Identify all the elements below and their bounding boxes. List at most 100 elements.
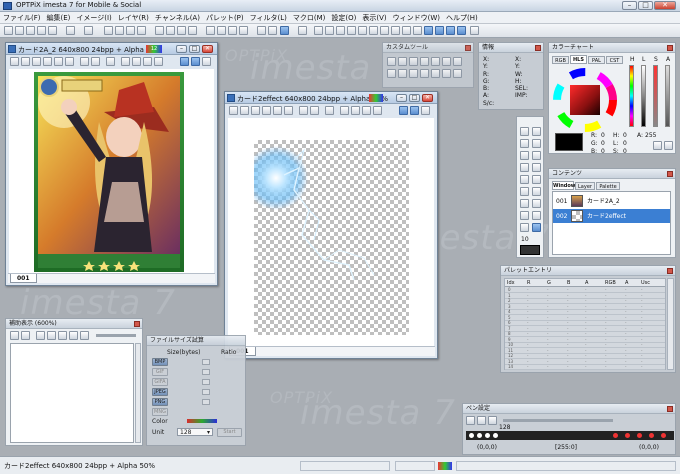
doc-tool-11-icon[interactable] — [351, 106, 360, 115]
panel-close-icon[interactable] — [667, 45, 673, 51]
doc-tool-3-icon[interactable] — [32, 57, 41, 66]
help-icon[interactable] — [470, 26, 479, 35]
move-tool-icon[interactable] — [532, 127, 541, 136]
brush-1[interactable] — [469, 433, 474, 438]
doc-tool-2-icon[interactable] — [21, 57, 30, 66]
format-jpeg-button[interactable]: JPEG — [152, 388, 168, 396]
format-mng-button[interactable]: MNG — [152, 408, 168, 416]
brush-4[interactable] — [493, 433, 498, 438]
nav-tool-3-icon[interactable] — [36, 331, 45, 340]
nav-tool-4-icon[interactable] — [47, 331, 56, 340]
color-reduce-icon[interactable] — [206, 26, 215, 35]
unit-select[interactable]: 128 ▾ — [177, 428, 213, 436]
panel-close-icon[interactable] — [134, 321, 140, 327]
lasso-tool-icon[interactable] — [520, 139, 529, 148]
doc-tool-3-icon[interactable] — [251, 106, 260, 115]
magic-wand-tool-icon[interactable] — [532, 139, 541, 148]
doc-tool-12-icon[interactable] — [143, 57, 152, 66]
doc-tool-14-icon[interactable] — [399, 106, 408, 115]
panel-close-icon[interactable] — [667, 268, 673, 274]
doc-tool-7-icon[interactable] — [299, 106, 308, 115]
panel-3-icon[interactable] — [446, 26, 455, 35]
paste-new-icon[interactable] — [137, 26, 146, 35]
doc-minimize-button[interactable]: – — [176, 45, 187, 53]
doc-tool-6-icon[interactable] — [65, 57, 74, 66]
brush-9[interactable] — [661, 433, 666, 438]
panel-close-icon[interactable] — [465, 45, 471, 51]
contents-tab-window[interactable]: Window — [552, 181, 575, 190]
eyedropper-icon[interactable] — [653, 141, 662, 150]
crop-icon[interactable] — [155, 26, 164, 35]
select-mode-icon[interactable] — [280, 26, 289, 35]
paste-icon[interactable] — [126, 26, 135, 35]
nav-scrollbar[interactable] — [135, 343, 141, 443]
list-item-selected[interactable]: 002 カード2effect — [553, 209, 670, 223]
ellipse-fill-tool-icon[interactable] — [532, 199, 541, 208]
doc-tool-15-icon[interactable] — [410, 106, 419, 115]
format-png-button[interactable]: PNG — [152, 398, 168, 406]
swap-colors-icon[interactable] — [664, 141, 673, 150]
doc-tool-13-icon[interactable] — [154, 57, 163, 66]
view-4-icon[interactable] — [347, 26, 356, 35]
doc-tool-6-icon[interactable] — [284, 106, 293, 115]
nav-view[interactable] — [10, 343, 134, 443]
panel-1-icon[interactable] — [424, 26, 433, 35]
menu-window[interactable]: ウィンドウ(W) — [390, 12, 443, 24]
doc-tool-16-icon[interactable] — [202, 57, 211, 66]
doc-tool-1-icon[interactable] — [229, 106, 238, 115]
doc-tool-12-icon[interactable] — [362, 106, 371, 115]
doc-tool-1-icon[interactable] — [10, 57, 19, 66]
custom-tool-8-icon[interactable] — [387, 69, 396, 78]
pen-dot-3-icon[interactable] — [488, 416, 497, 425]
panel-close-icon[interactable] — [535, 45, 541, 51]
nav-zoom-slider[interactable] — [96, 334, 136, 337]
view-6-icon[interactable] — [369, 26, 378, 35]
card-artwork[interactable] — [34, 72, 184, 272]
cut-icon[interactable] — [104, 26, 113, 35]
custom-tool-11-icon[interactable] — [420, 69, 429, 78]
copy-icon[interactable] — [115, 26, 124, 35]
brush-6[interactable] — [625, 433, 630, 438]
custom-tool-12-icon[interactable] — [431, 69, 440, 78]
view-9-icon[interactable] — [402, 26, 411, 35]
flip-icon[interactable] — [188, 26, 197, 35]
color-tab-pal[interactable]: PAL — [588, 56, 605, 64]
panel-close-icon[interactable] — [667, 171, 673, 177]
format-gif-button[interactable]: GIF — [152, 368, 168, 376]
menu-file[interactable]: ファイル(F) — [0, 12, 44, 24]
doc-tool-14-icon[interactable] — [180, 57, 189, 66]
doc-tool-9-icon[interactable] — [325, 106, 334, 115]
doc-tool-7-icon[interactable] — [80, 57, 89, 66]
fill-tool-icon[interactable] — [520, 211, 529, 220]
zoom-in-icon[interactable] — [268, 26, 277, 35]
view-7-icon[interactable] — [380, 26, 389, 35]
pencil-tool-icon[interactable] — [520, 163, 529, 172]
document-tab[interactable]: 001 — [10, 274, 37, 283]
resize-icon[interactable] — [166, 26, 175, 35]
contents-tab-palette[interactable]: Palette — [596, 182, 620, 190]
nav-zoom-out-icon[interactable] — [10, 331, 19, 340]
nav-tool-7-icon[interactable] — [80, 331, 89, 340]
doc-tool-8-icon[interactable] — [310, 106, 319, 115]
nav-tool-6-icon[interactable] — [69, 331, 78, 340]
menu-channel[interactable]: チャンネル(A) — [152, 12, 203, 24]
document-titlebar[interactable]: カード2A_2 640x800 24bpp + Alpha 50% 12 – □… — [6, 43, 217, 55]
alpha-icon[interactable] — [239, 26, 248, 35]
color-tab-cst[interactable]: CST — [606, 56, 623, 64]
doc-tool-10-icon[interactable] — [121, 57, 130, 66]
doc-maximize-button[interactable]: □ — [409, 94, 420, 102]
view-10-icon[interactable] — [413, 26, 422, 35]
doc-tool-8-icon[interactable] — [91, 57, 100, 66]
redo-icon[interactable] — [84, 26, 93, 35]
save-as-icon[interactable] — [37, 26, 46, 35]
curve-tool-icon[interactable] — [532, 175, 541, 184]
ellipse-tool-icon[interactable] — [520, 199, 529, 208]
panel-4-icon[interactable] — [457, 26, 466, 35]
menu-help[interactable]: ヘルプ(H) — [443, 12, 481, 24]
ellipse-select-tool-icon[interactable] — [520, 151, 529, 160]
open-icon[interactable] — [15, 26, 24, 35]
eraser-tool-icon[interactable] — [532, 211, 541, 220]
pen-dot-2-icon[interactable] — [477, 416, 486, 425]
doc-tool-4-icon[interactable] — [43, 57, 52, 66]
custom-tool-3-icon[interactable] — [409, 57, 418, 66]
